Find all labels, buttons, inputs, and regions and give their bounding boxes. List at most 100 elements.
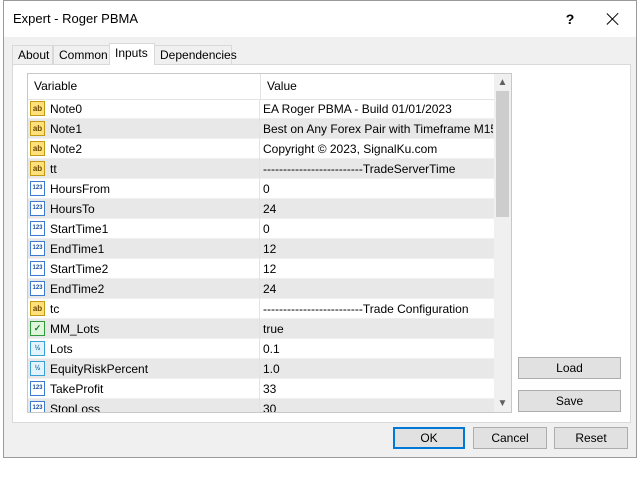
value-cell[interactable]: Copyright © 2023, SignalKu.com: [263, 139, 493, 159]
variable-cell[interactable]: ab Note0: [28, 99, 260, 119]
integer-icon: 123: [30, 261, 45, 276]
variable-name: tc: [50, 302, 60, 316]
value-cell[interactable]: 33: [263, 379, 493, 399]
scroll-thumb[interactable]: [496, 91, 509, 217]
variable-name: HoursFrom: [50, 182, 111, 196]
cancel-button[interactable]: Cancel: [473, 427, 547, 449]
inputs-pane: Variable Value ab Note0 EA Roger PBMA - Bu…: [12, 64, 631, 423]
value-cell[interactable]: -------------------------Trade Configura…: [263, 299, 493, 319]
variable-name: EndTime2: [50, 282, 105, 296]
variable-cell[interactable]: 123 HoursTo: [28, 199, 260, 219]
string-icon: ab: [30, 121, 45, 136]
value-cell[interactable]: 0: [263, 219, 493, 239]
variable-name: Note2: [50, 142, 83, 156]
load-button[interactable]: Load: [518, 357, 621, 379]
table-header: Variable Value: [28, 74, 494, 100]
variable-name: Lots: [50, 342, 73, 356]
variable-cell[interactable]: 123 HoursFrom: [28, 179, 260, 199]
table-row[interactable]: ✓ MM_Lots true: [28, 319, 494, 339]
table-row[interactable]: 123 StartTime2 12: [28, 259, 494, 279]
title-bar: Expert - Roger PBMA ?: [4, 1, 636, 37]
variable-name: HoursTo: [50, 202, 95, 216]
variable-cell[interactable]: ab Note2: [28, 139, 260, 159]
variable-name: EndTime1: [50, 242, 105, 256]
table-row[interactable]: ½ EquityRiskPercent 1.0: [28, 359, 494, 379]
variable-cell[interactable]: ab tt: [28, 159, 260, 179]
value-cell[interactable]: 24: [263, 199, 493, 219]
tab-inputs[interactable]: Inputs: [109, 43, 155, 65]
tab-common[interactable]: Common: [53, 45, 110, 64]
column-header-variable[interactable]: Variable: [28, 74, 261, 99]
reset-button[interactable]: Reset: [554, 427, 628, 449]
double-icon: ½: [30, 361, 45, 376]
value-cell[interactable]: Best on Any Forex Pair with Timeframe M1…: [263, 119, 493, 139]
variable-name: Note1: [50, 122, 83, 136]
variable-cell[interactable]: ab tc: [28, 299, 260, 319]
value-cell[interactable]: 1.0: [263, 359, 493, 379]
table-body: ab Note0 EA Roger PBMA - Build 01/01/2023 a…: [28, 99, 494, 412]
value-cell[interactable]: -------------------------TradeServerTime: [263, 159, 493, 179]
variable-cell[interactable]: 123 StartTime1: [28, 219, 260, 239]
variable-cell[interactable]: 123 EndTime2: [28, 279, 260, 299]
boolean-icon: ✓: [30, 321, 45, 336]
integer-icon: 123: [30, 181, 45, 196]
expert-dialog: Expert - Roger PBMA ? About Common Input…: [3, 0, 637, 458]
window-title: Expert - Roger PBMA: [13, 11, 138, 26]
variable-name: Note0: [50, 102, 83, 116]
variable-name: TakeProfit: [50, 382, 104, 396]
save-button[interactable]: Save: [518, 390, 621, 412]
tab-about[interactable]: About: [12, 45, 53, 64]
inputs-table: Variable Value ab Note0 EA Roger PBMA - Bu…: [27, 73, 512, 413]
variable-cell[interactable]: ½ Lots: [28, 339, 260, 359]
value-cell[interactable]: 24: [263, 279, 493, 299]
table-row[interactable]: ab tc -------------------------Trade Confi…: [28, 299, 494, 319]
variable-cell[interactable]: 123 StartTime2: [28, 259, 260, 279]
ok-button[interactable]: OK: [393, 427, 465, 449]
table-row[interactable]: 123 HoursTo 24: [28, 199, 494, 219]
scroll-down-icon[interactable]: ▼: [494, 395, 511, 412]
variable-name: EquityRiskPercent: [50, 362, 149, 376]
value-cell[interactable]: 0: [263, 179, 493, 199]
value-cell[interactable]: 0.1: [263, 339, 493, 359]
table-row[interactable]: ab Note0 EA Roger PBMA - Build 01/01/2023: [28, 99, 494, 119]
column-header-value[interactable]: Value: [261, 74, 494, 99]
integer-icon: 123: [30, 401, 45, 412]
value-cell[interactable]: true: [263, 319, 493, 339]
variable-name: tt: [50, 162, 57, 176]
double-icon: ½: [30, 341, 45, 356]
table-row[interactable]: 123 EndTime1 12: [28, 239, 494, 259]
integer-icon: 123: [30, 281, 45, 296]
string-icon: ab: [30, 141, 45, 156]
vertical-scrollbar[interactable]: ▲ ▼: [494, 74, 511, 412]
table-row[interactable]: 123 TakeProfit 33: [28, 379, 494, 399]
table-row[interactable]: ½ Lots 0.1: [28, 339, 494, 359]
integer-icon: 123: [30, 221, 45, 236]
table-row[interactable]: ab tt -------------------------TradeServer…: [28, 159, 494, 179]
variable-cell[interactable]: 123 TakeProfit: [28, 379, 260, 399]
value-cell[interactable]: 12: [263, 239, 493, 259]
variable-cell[interactable]: ✓ MM_Lots: [28, 319, 260, 339]
value-cell[interactable]: 30: [263, 399, 493, 412]
background-strip: [0, 458, 640, 480]
variable-cell[interactable]: ½ EquityRiskPercent: [28, 359, 260, 379]
close-icon[interactable]: [602, 9, 624, 29]
string-icon: ab: [30, 161, 45, 176]
string-icon: ab: [30, 301, 45, 316]
variable-cell[interactable]: 123 StopLoss: [28, 399, 260, 412]
variable-cell[interactable]: 123 EndTime1: [28, 239, 260, 259]
integer-icon: 123: [30, 381, 45, 396]
table-row[interactable]: ab Note1 Best on Any Forex Pair with Timef…: [28, 119, 494, 139]
integer-icon: 123: [30, 201, 45, 216]
scroll-up-icon[interactable]: ▲: [494, 74, 511, 91]
value-cell[interactable]: EA Roger PBMA - Build 01/01/2023: [263, 99, 493, 119]
help-button[interactable]: ?: [559, 9, 581, 29]
table-row[interactable]: 123 StartTime1 0: [28, 219, 494, 239]
tab-dependencies[interactable]: Dependencies: [154, 45, 237, 64]
value-cell[interactable]: 12: [263, 259, 493, 279]
table-row[interactable]: 123 HoursFrom 0: [28, 179, 494, 199]
variable-name: StartTime2: [50, 262, 109, 276]
table-row[interactable]: ab Note2 Copyright © 2023, SignalKu.com: [28, 139, 494, 159]
table-row[interactable]: 123 EndTime2 24: [28, 279, 494, 299]
table-row[interactable]: 123 StopLoss 30: [28, 399, 494, 412]
variable-cell[interactable]: ab Note1: [28, 119, 260, 139]
